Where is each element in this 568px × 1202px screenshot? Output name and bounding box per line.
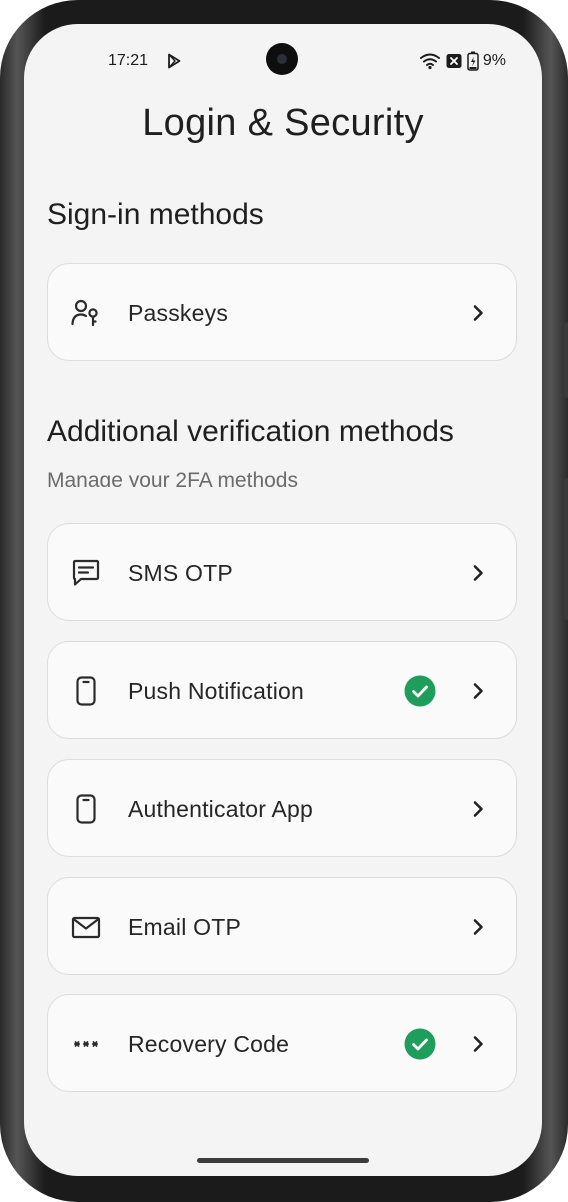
battery-percentage: 9% xyxy=(482,52,506,69)
authenticator-app-label: Authenticator App xyxy=(128,796,313,822)
authenticator-app-item[interactable]: Authenticator App xyxy=(47,759,517,857)
phone-frame: 17:21 9% Login & Security Sign-in method… xyxy=(0,0,568,1202)
passkeys-item[interactable]: Passkeys xyxy=(47,263,517,361)
verification-section-subtitle: Manage your 2FA methods xyxy=(47,469,298,487)
email-otp-item[interactable]: Email OTP xyxy=(47,877,517,975)
phone-icon xyxy=(76,676,96,706)
chevron-right-icon xyxy=(473,801,483,817)
screen: 17:21 9% Login & Security Sign-in method… xyxy=(24,24,542,1176)
mail-icon xyxy=(71,916,101,939)
verification-section-title: Additional verification methods xyxy=(47,415,454,448)
sms-otp-label: SMS OTP xyxy=(128,560,233,586)
power-button xyxy=(564,478,568,620)
chevron-right-icon xyxy=(473,305,483,321)
email-otp-label: Email OTP xyxy=(128,914,241,940)
page-title: Login & Security xyxy=(142,102,424,144)
check-circle-icon xyxy=(404,675,436,707)
battery-icon xyxy=(467,51,479,71)
wifi-icon xyxy=(419,53,440,70)
recovery-code-label: Recovery Code xyxy=(128,1031,290,1057)
chevron-right-icon xyxy=(473,1036,483,1052)
recovery-code-item[interactable]: Recovery Code xyxy=(47,994,517,1092)
no-sim-icon xyxy=(446,54,462,68)
passkeys-label: Passkeys xyxy=(128,300,229,326)
sign-in-section-title: Sign-in methods xyxy=(47,198,264,231)
asterisks-icon xyxy=(73,1041,99,1047)
push-notification-label: Push Notification xyxy=(128,678,304,704)
status-time: 17:21 xyxy=(108,52,149,69)
chevron-right-icon xyxy=(473,919,483,935)
message-icon xyxy=(72,559,100,586)
phone-icon xyxy=(76,794,96,824)
push-notification-item[interactable]: Push Notification xyxy=(47,641,517,739)
volume-button xyxy=(564,322,568,398)
sms-otp-item[interactable]: SMS OTP xyxy=(47,523,517,621)
check-circle-icon xyxy=(404,1028,436,1060)
play-store-icon xyxy=(168,53,181,69)
home-indicator[interactable] xyxy=(197,1158,369,1163)
front-camera xyxy=(266,43,298,75)
status-icons: 9% xyxy=(419,51,506,71)
chevron-right-icon xyxy=(473,683,483,699)
passkey-icon xyxy=(71,299,98,327)
chevron-right-icon xyxy=(473,565,483,581)
status-bar: 17:21 9% xyxy=(24,24,542,98)
